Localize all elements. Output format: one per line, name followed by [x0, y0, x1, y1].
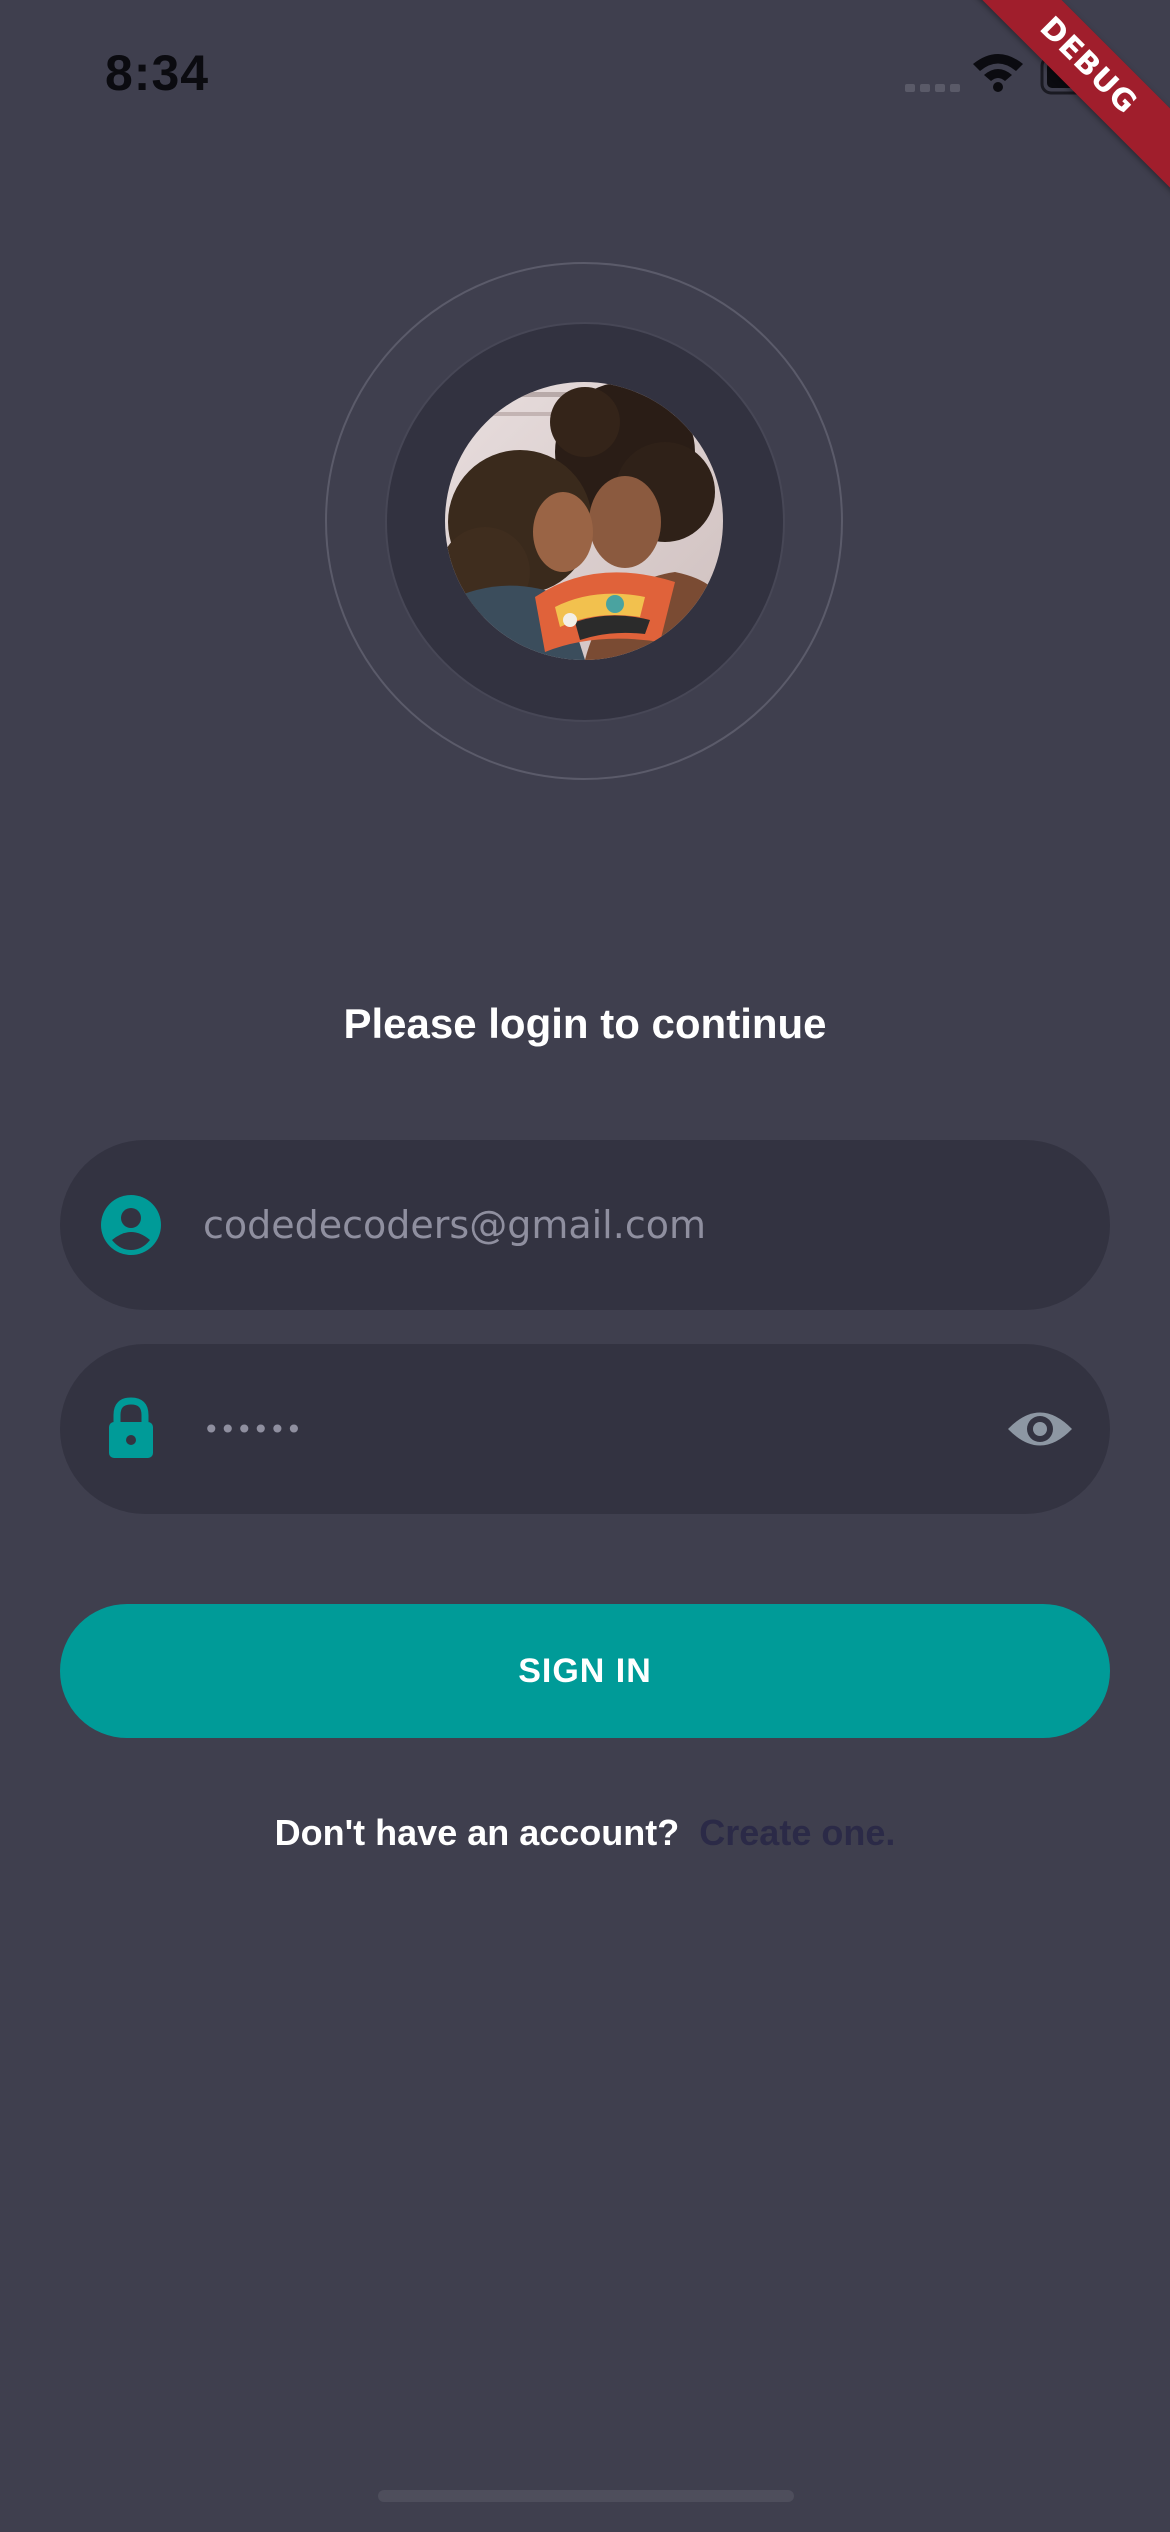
status-time: 8:34	[105, 45, 210, 101]
wifi-icon	[973, 54, 1023, 92]
create-account-link[interactable]: Create one.	[699, 1812, 895, 1853]
password-field-container	[60, 1344, 1110, 1514]
status-bar: 8:34	[0, 0, 1170, 150]
cellular-signal-icon	[905, 84, 960, 92]
login-heading: Please login to continue	[343, 1000, 827, 1047]
signup-row: Don't have an account? Create one.	[0, 1812, 1170, 1854]
signup-question: Don't have an account?	[274, 1812, 680, 1853]
home-indicator[interactable]	[378, 2490, 794, 2502]
profile-photo	[445, 382, 723, 660]
avatar	[445, 382, 723, 660]
eye-icon[interactable]	[1006, 1406, 1074, 1452]
lock-icon	[109, 1397, 153, 1458]
password-field[interactable]	[203, 1344, 1023, 1514]
sign-in-button[interactable]: SIGN IN	[60, 1604, 1110, 1738]
user-icon	[101, 1195, 161, 1255]
email-field-container	[60, 1140, 1110, 1310]
email-field[interactable]	[203, 1140, 1023, 1310]
